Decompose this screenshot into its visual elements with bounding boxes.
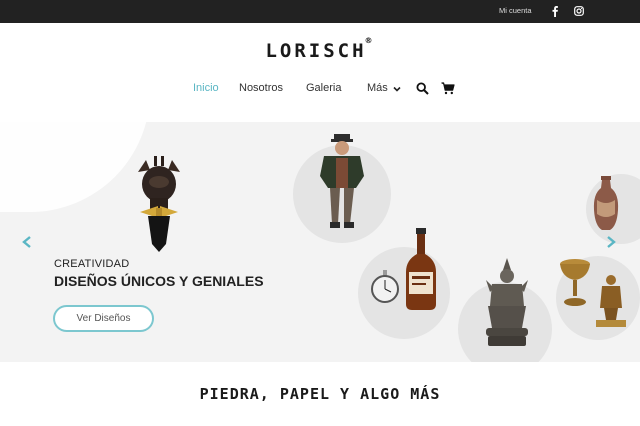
hero-subtitle: CREATIVIDAD: [54, 258, 130, 270]
instagram-icon[interactable]: [574, 6, 584, 16]
nav-item-mas[interactable]: Más: [367, 82, 388, 94]
chevron-down-icon[interactable]: [393, 85, 401, 93]
hero-title: DISEÑOS ÚNICOS Y GENIALES: [54, 273, 264, 289]
registered-mark: ®: [364, 35, 373, 45]
man-sculpture-image: [320, 134, 364, 228]
site-logo[interactable]: LORISCH®: [0, 36, 640, 62]
barometer-image: [371, 270, 399, 303]
top-bar: Mi cuenta: [0, 0, 640, 23]
nav-item-nosotros[interactable]: Nosotros: [239, 82, 283, 94]
cart-icon[interactable]: [441, 82, 455, 95]
bronze-figurine-image: [596, 275, 626, 327]
ver-disenos-button[interactable]: Ver Diseños: [53, 305, 154, 332]
hero-slider: CREATIVIDAD DISEÑOS ÚNICOS Y GENIALES Ve…: [0, 122, 640, 362]
section-title: PIEDRA, PAPEL Y ALGO MÁS: [199, 385, 441, 403]
logo-text: LORISCH: [265, 40, 367, 62]
vase-image: [593, 176, 619, 230]
nav-item-galeria[interactable]: Galeria: [306, 82, 341, 94]
search-icon[interactable]: [416, 82, 429, 95]
chalice-image: [560, 259, 590, 306]
deity-statue-image: [486, 258, 528, 346]
facebook-icon[interactable]: [550, 5, 560, 17]
main-nav: Inicio Nosotros Galeria Más: [0, 82, 640, 98]
chevron-left-icon[interactable]: [21, 235, 33, 249]
nav-item-inicio[interactable]: Inicio: [193, 82, 219, 94]
my-account-link[interactable]: Mi cuenta: [499, 6, 532, 15]
chevron-right-icon[interactable]: [605, 235, 617, 249]
amber-bottle-image: [406, 228, 436, 310]
giraffe-head-sculpture-image: [138, 156, 180, 252]
